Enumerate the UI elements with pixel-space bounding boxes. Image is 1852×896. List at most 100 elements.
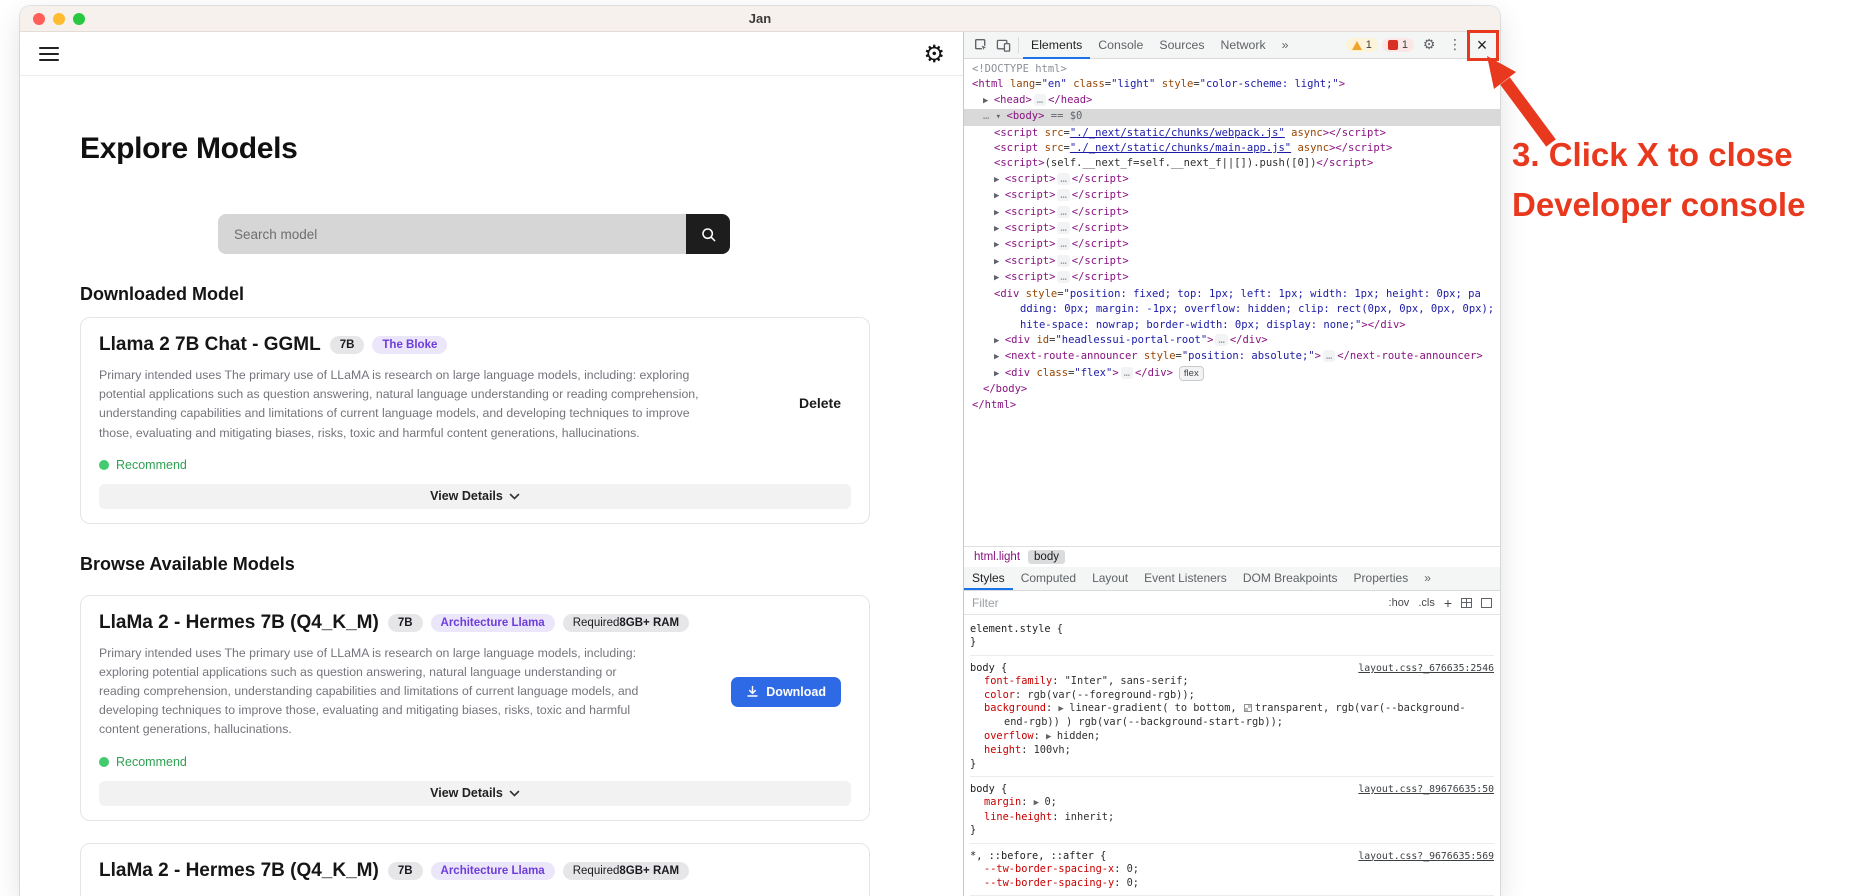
devtools-menu-icon[interactable]: ⋮ — [1444, 34, 1466, 56]
model-badge: Architecture Llama — [431, 614, 555, 632]
css-declaration[interactable]: font-family: "Inter", sans-serif; — [970, 675, 1494, 688]
search-input[interactable] — [218, 214, 686, 254]
pseudo-state-toggle[interactable]: :hov — [1389, 597, 1410, 609]
computed-sidebar-icon[interactable] — [1481, 598, 1492, 608]
download-icon — [746, 685, 759, 698]
tab-network[interactable]: Network — [1213, 32, 1274, 59]
css-declaration[interactable]: overflow: ▶ hidden; — [970, 730, 1494, 744]
flex-badge[interactable]: flex — [1179, 366, 1204, 381]
css-selector[interactable]: body { — [970, 662, 1007, 675]
dom-node-line[interactable]: ▶ <next-route-announcer style="position:… — [964, 349, 1500, 365]
jan-app-window: Jan ⚙ Explore Models — [20, 6, 1500, 896]
recommend-label: Recommend — [116, 458, 187, 472]
breadcrumb-body[interactable]: body — [1028, 550, 1065, 564]
tab-dom-breakpoints[interactable]: DOM Breakpoints — [1235, 567, 1346, 590]
dom-node-line[interactable]: ▶ <script>…</script> — [964, 237, 1500, 253]
tab-computed[interactable]: Computed — [1013, 567, 1084, 590]
dom-node-line[interactable]: <script>(self.__next_f=self.__next_f||[]… — [964, 156, 1500, 171]
settings-gear-icon[interactable]: ⚙ — [923, 42, 945, 66]
model-badges: 7BArchitecture LlamaRequired 8GB+ RAM — [388, 862, 689, 880]
warning-badge[interactable]: 1 — [1346, 38, 1378, 52]
dom-node-line[interactable]: ▶ <script>…</script> — [964, 188, 1500, 204]
stylesheet-link[interactable]: layout.css?_9676635:569 — [1348, 850, 1494, 863]
minimize-window-button[interactable] — [53, 13, 65, 25]
color-swatch-icon[interactable] — [1244, 704, 1252, 712]
grid-editor-icon[interactable] — [1461, 598, 1472, 608]
tab-elements[interactable]: Elements — [1023, 32, 1090, 59]
dom-node-line[interactable]: </body> — [964, 382, 1500, 397]
search-button[interactable] — [686, 214, 730, 254]
dom-node-line[interactable]: ▶ <head>…</head> — [964, 93, 1500, 109]
more-tabs-chevron[interactable]: » — [1274, 32, 1297, 59]
css-selector[interactable]: body { — [970, 783, 1007, 796]
css-declaration[interactable]: --tw-border-spacing-y: 0; — [970, 877, 1494, 890]
close-window-button[interactable] — [33, 13, 45, 25]
warning-icon — [1352, 41, 1362, 50]
model-badge: The Bloke — [372, 336, 447, 354]
tab-properties[interactable]: Properties — [1346, 567, 1417, 590]
dom-node-line[interactable]: … ▾ <body> == $0 — [964, 109, 1500, 125]
model-badge: 7B — [388, 862, 423, 880]
devtools-settings-icon[interactable]: ⚙ — [1418, 34, 1440, 56]
hamburger-menu-icon[interactable] — [39, 47, 59, 61]
breadcrumb-html[interactable]: html.light — [968, 550, 1026, 564]
css-declaration[interactable]: end-rgb)) ) rgb(var(--background-start-r… — [970, 716, 1494, 729]
traffic-lights — [33, 13, 85, 25]
devtools-close-button[interactable]: × — [1470, 33, 1494, 57]
dom-node-line[interactable]: ▶ <script>…</script> — [964, 270, 1500, 286]
downloaded-model-heading: Downloaded Model — [80, 284, 923, 305]
stylesheet-link[interactable]: layout.css?_89676635:50 — [1348, 783, 1494, 796]
dom-node-line[interactable]: hite-space: nowrap; border-width: 0px; d… — [964, 318, 1500, 333]
delete-button[interactable]: Delete — [799, 395, 841, 411]
model-badge: Required 8GB+ RAM — [563, 862, 689, 880]
more-style-tabs-chevron[interactable]: » — [1416, 567, 1439, 590]
recommend-label: Recommend — [116, 755, 187, 769]
stylesheet-link[interactable]: layout.css?_676635:2546 — [1348, 662, 1494, 675]
css-declaration[interactable]: --tw-border-spacing-x: 0; — [970, 863, 1494, 876]
dom-node-line[interactable]: ▶ <div class="flex">…</div>flex — [964, 366, 1500, 382]
inspect-element-icon[interactable] — [970, 34, 992, 56]
new-style-rule-button[interactable]: + — [1444, 596, 1452, 610]
device-toolbar-icon[interactable] — [992, 34, 1014, 56]
devtools-toolbar: Elements Console Sources Network » 1 1 — [964, 32, 1500, 59]
error-badge[interactable]: 1 — [1382, 38, 1414, 52]
css-selector[interactable]: element.style { — [970, 623, 1063, 636]
zoom-window-button[interactable] — [73, 13, 85, 25]
model-search-bar — [218, 214, 730, 254]
dom-node-line[interactable]: <script src="./_next/static/chunks/webpa… — [964, 126, 1500, 141]
dom-node-line[interactable]: <html lang="en" class="light" style="col… — [964, 77, 1500, 92]
styles-filter-input[interactable]: Filter — [972, 596, 1380, 610]
dom-node-line[interactable]: ▶ <script>…</script> — [964, 172, 1500, 188]
dom-node-line[interactable]: dding: 0px; margin: -1px; overflow: hidd… — [964, 302, 1500, 317]
css-declaration[interactable]: background: ▶ linear-gradient( to bottom… — [970, 702, 1494, 716]
tab-styles[interactable]: Styles — [964, 567, 1013, 590]
css-declaration[interactable]: height: 100vh; — [970, 744, 1494, 757]
css-selector[interactable]: *, ::before, ::after { — [970, 850, 1106, 863]
dom-node-line[interactable]: </html> — [964, 398, 1500, 413]
dom-node-line[interactable]: ▶ <div id="headlessui-portal-root">…</di… — [964, 333, 1500, 349]
annotation-line-2: Developer console — [1512, 180, 1805, 230]
model-description: Primary intended uses The primary use of… — [99, 644, 655, 740]
view-details-button[interactable]: View Details — [99, 781, 851, 806]
dom-node-line[interactable]: <!DOCTYPE html> — [964, 62, 1500, 77]
css-close-brace: } — [970, 824, 1494, 837]
css-declaration[interactable]: margin: ▶ 0; — [970, 796, 1494, 810]
css-declaration[interactable]: color: rgb(var(--foreground-rgb)); — [970, 689, 1494, 702]
tab-event-listeners[interactable]: Event Listeners — [1136, 567, 1235, 590]
window-title: Jan — [20, 11, 1500, 26]
download-button[interactable]: Download — [731, 677, 841, 707]
css-declaration[interactable]: line-height: inherit; — [970, 811, 1494, 824]
dom-node-line[interactable]: <script src="./_next/static/chunks/main-… — [964, 141, 1500, 156]
dom-node-line[interactable]: <div style="position: fixed; top: 1px; l… — [964, 287, 1500, 302]
dom-node-line[interactable]: ▶ <script>…</script> — [964, 205, 1500, 221]
dom-node-line[interactable]: ▶ <script>…</script> — [964, 254, 1500, 270]
tab-layout[interactable]: Layout — [1084, 567, 1136, 590]
class-toggle[interactable]: .cls — [1418, 597, 1435, 609]
dom-node-line[interactable]: ▶ <script>…</script> — [964, 221, 1500, 237]
tab-sources[interactable]: Sources — [1151, 32, 1212, 59]
page-title: Explore Models — [80, 132, 923, 166]
model-title: LlaMa 2 - Hermes 7B (Q4_K_M) — [99, 612, 379, 634]
tab-console[interactable]: Console — [1090, 32, 1151, 59]
styles-rules: element.style {} body { layout.css?_676635… — [964, 615, 1500, 896]
view-details-button[interactable]: View Details — [99, 484, 851, 509]
